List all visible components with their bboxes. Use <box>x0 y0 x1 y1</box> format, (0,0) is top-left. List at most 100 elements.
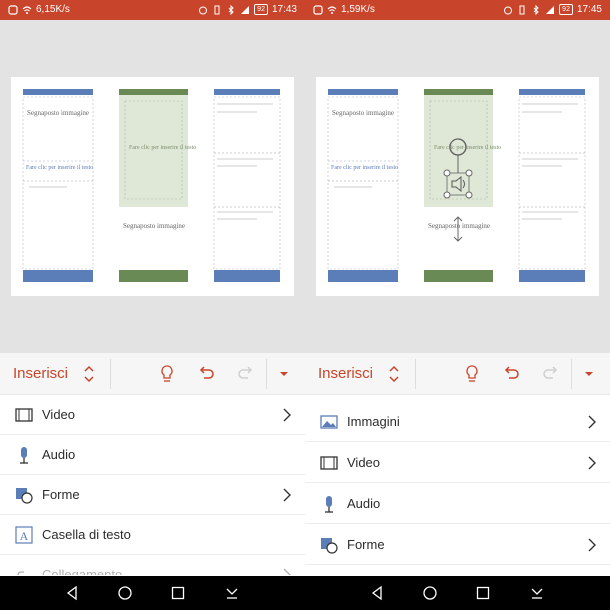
menu-item-link[interactable]: Collegamento <box>0 555 305 575</box>
ribbon-separator <box>571 359 572 389</box>
notification-pulldown-icon[interactable] <box>529 585 545 601</box>
col2-top-bar <box>119 89 188 95</box>
notification-icon <box>8 4 18 15</box>
ribbon-separator <box>266 359 267 389</box>
ribbon-tab-selector[interactable]: Inserisci <box>13 365 68 382</box>
vibrate-icon <box>214 5 220 14</box>
microphone-icon <box>325 496 333 513</box>
slide-canvas[interactable]: Segnaposto immagine Fare clic per inseri… <box>305 20 610 353</box>
alarm-icon <box>504 6 513 14</box>
chevron-right-icon <box>283 408 291 422</box>
col1-bottom-bar <box>328 270 398 282</box>
vibrate-icon <box>519 5 525 14</box>
left-screenshot-panel: 6,15K/s 92 17:43 Segnaposto immagine Far… <box>0 0 305 610</box>
col2-green-text: Fare clic per inserire il testo <box>434 145 501 151</box>
col1-top-bar <box>23 89 93 95</box>
network-speed: 6,15K/s <box>36 4 70 15</box>
menu-item-shapes[interactable]: Forme <box>0 475 305 515</box>
menu-item-text-box[interactable]: A Casella di testo <box>0 515 305 555</box>
slide-canvas[interactable]: Segnaposto immagine Fare clic per inseri… <box>0 20 305 353</box>
slide[interactable]: Segnaposto immagine Fare clic per inseri… <box>11 77 294 296</box>
status-bar: 1,59K/s 92 17:45 <box>305 0 610 20</box>
menu-item-label: Casella di testo <box>42 527 131 542</box>
chevron-right-icon <box>283 488 291 502</box>
insert-menu: Immagini Video Audio Forme <box>305 395 610 575</box>
film-icon <box>15 408 33 422</box>
svg-text:A: A <box>20 529 29 543</box>
bluetooth-icon <box>228 4 234 15</box>
menu-item-video[interactable]: Video <box>0 395 305 435</box>
shapes-icon <box>321 538 338 554</box>
redo-button[interactable] <box>540 363 562 385</box>
menu-item-label: Audio <box>347 496 381 511</box>
chevron-right-icon <box>588 538 596 552</box>
battery-level: 92 <box>559 4 573 15</box>
menu-item-shapes[interactable]: Forme <box>305 525 610 565</box>
bluetooth-icon <box>533 4 539 15</box>
col1-tap-text: Fare clic per inserire il testo <box>331 165 398 171</box>
android-navigation-bar <box>305 576 610 610</box>
notification-pulldown-icon[interactable] <box>224 585 240 601</box>
ribbon-tab-selector[interactable]: Inserisci <box>318 365 373 382</box>
link-icon <box>17 571 30 575</box>
col2-bottom-bar <box>119 270 188 282</box>
insert-menu: Video Audio Forme A Casella di testo Col… <box>0 395 305 575</box>
col3-top-bar <box>519 89 585 95</box>
col3-top-bar <box>214 89 280 95</box>
back-icon[interactable] <box>64 585 80 601</box>
menu-item-images[interactable]: Immagini <box>305 402 610 442</box>
menu-item-label: Audio <box>42 447 76 462</box>
chevron-updown-icon[interactable] <box>387 363 401 385</box>
menu-item-label: Collegamento <box>42 567 123 575</box>
caret-down-icon[interactable] <box>279 370 289 378</box>
tell-me-button[interactable] <box>461 363 483 385</box>
menu-item-audio[interactable]: Audio <box>305 484 610 524</box>
col3-frame <box>518 96 586 270</box>
lightbulb-icon <box>466 365 478 382</box>
redo-button[interactable] <box>235 363 257 385</box>
tell-me-button[interactable] <box>156 363 178 385</box>
slide[interactable]: Segnaposto immagine Fare clic per inseri… <box>316 77 599 296</box>
col3-bottom-bar <box>519 270 585 282</box>
undo-icon <box>199 366 214 379</box>
redo-icon <box>543 366 558 379</box>
menu-item-video[interactable]: Video <box>305 443 610 483</box>
recents-icon[interactable] <box>170 585 186 601</box>
alarm-icon <box>199 6 208 14</box>
home-icon[interactable] <box>422 585 438 601</box>
shapes-icon <box>16 488 33 504</box>
col1-frame <box>22 96 94 270</box>
signal-icon <box>241 5 250 14</box>
undo-button[interactable] <box>195 363 217 385</box>
menu-item-label: Forme <box>42 487 80 502</box>
col3-bottom-bar <box>214 270 280 282</box>
menu-item-label: Forme <box>347 537 385 552</box>
col2-green-box <box>424 95 493 207</box>
col2-bottom-bar <box>424 270 493 282</box>
status-bar: 6,15K/s 92 17:43 <box>0 0 305 20</box>
col2-green-text: Fare clic per inserire il testo <box>129 145 196 151</box>
chevron-right-icon <box>588 456 596 470</box>
undo-icon <box>504 366 519 379</box>
network-speed: 1,59K/s <box>341 4 375 15</box>
clock: 17:45 <box>576 4 602 15</box>
recents-icon[interactable] <box>475 585 491 601</box>
lightbulb-icon <box>161 365 173 382</box>
menu-item-label: Immagini <box>347 414 400 429</box>
notification-icon <box>313 4 323 15</box>
col2-image-placeholder: Segnaposto immagine <box>123 222 185 230</box>
image-icon <box>320 415 338 429</box>
undo-button[interactable] <box>500 363 522 385</box>
battery-level: 92 <box>254 4 268 15</box>
ribbon-toolbar: Inserisci <box>305 353 610 395</box>
col1-image-placeholder: Segnaposto immagine <box>332 109 394 117</box>
home-icon[interactable] <box>117 585 133 601</box>
menu-item-audio[interactable]: Audio <box>0 435 305 475</box>
chevron-updown-icon[interactable] <box>82 363 96 385</box>
caret-down-icon[interactable] <box>584 370 594 378</box>
ribbon-toolbar: Inserisci <box>0 353 305 395</box>
col2-image-placeholder: Segnaposto immagine <box>428 222 490 230</box>
ribbon-separator <box>415 359 416 389</box>
back-icon[interactable] <box>369 585 385 601</box>
wifi-icon <box>327 5 337 14</box>
